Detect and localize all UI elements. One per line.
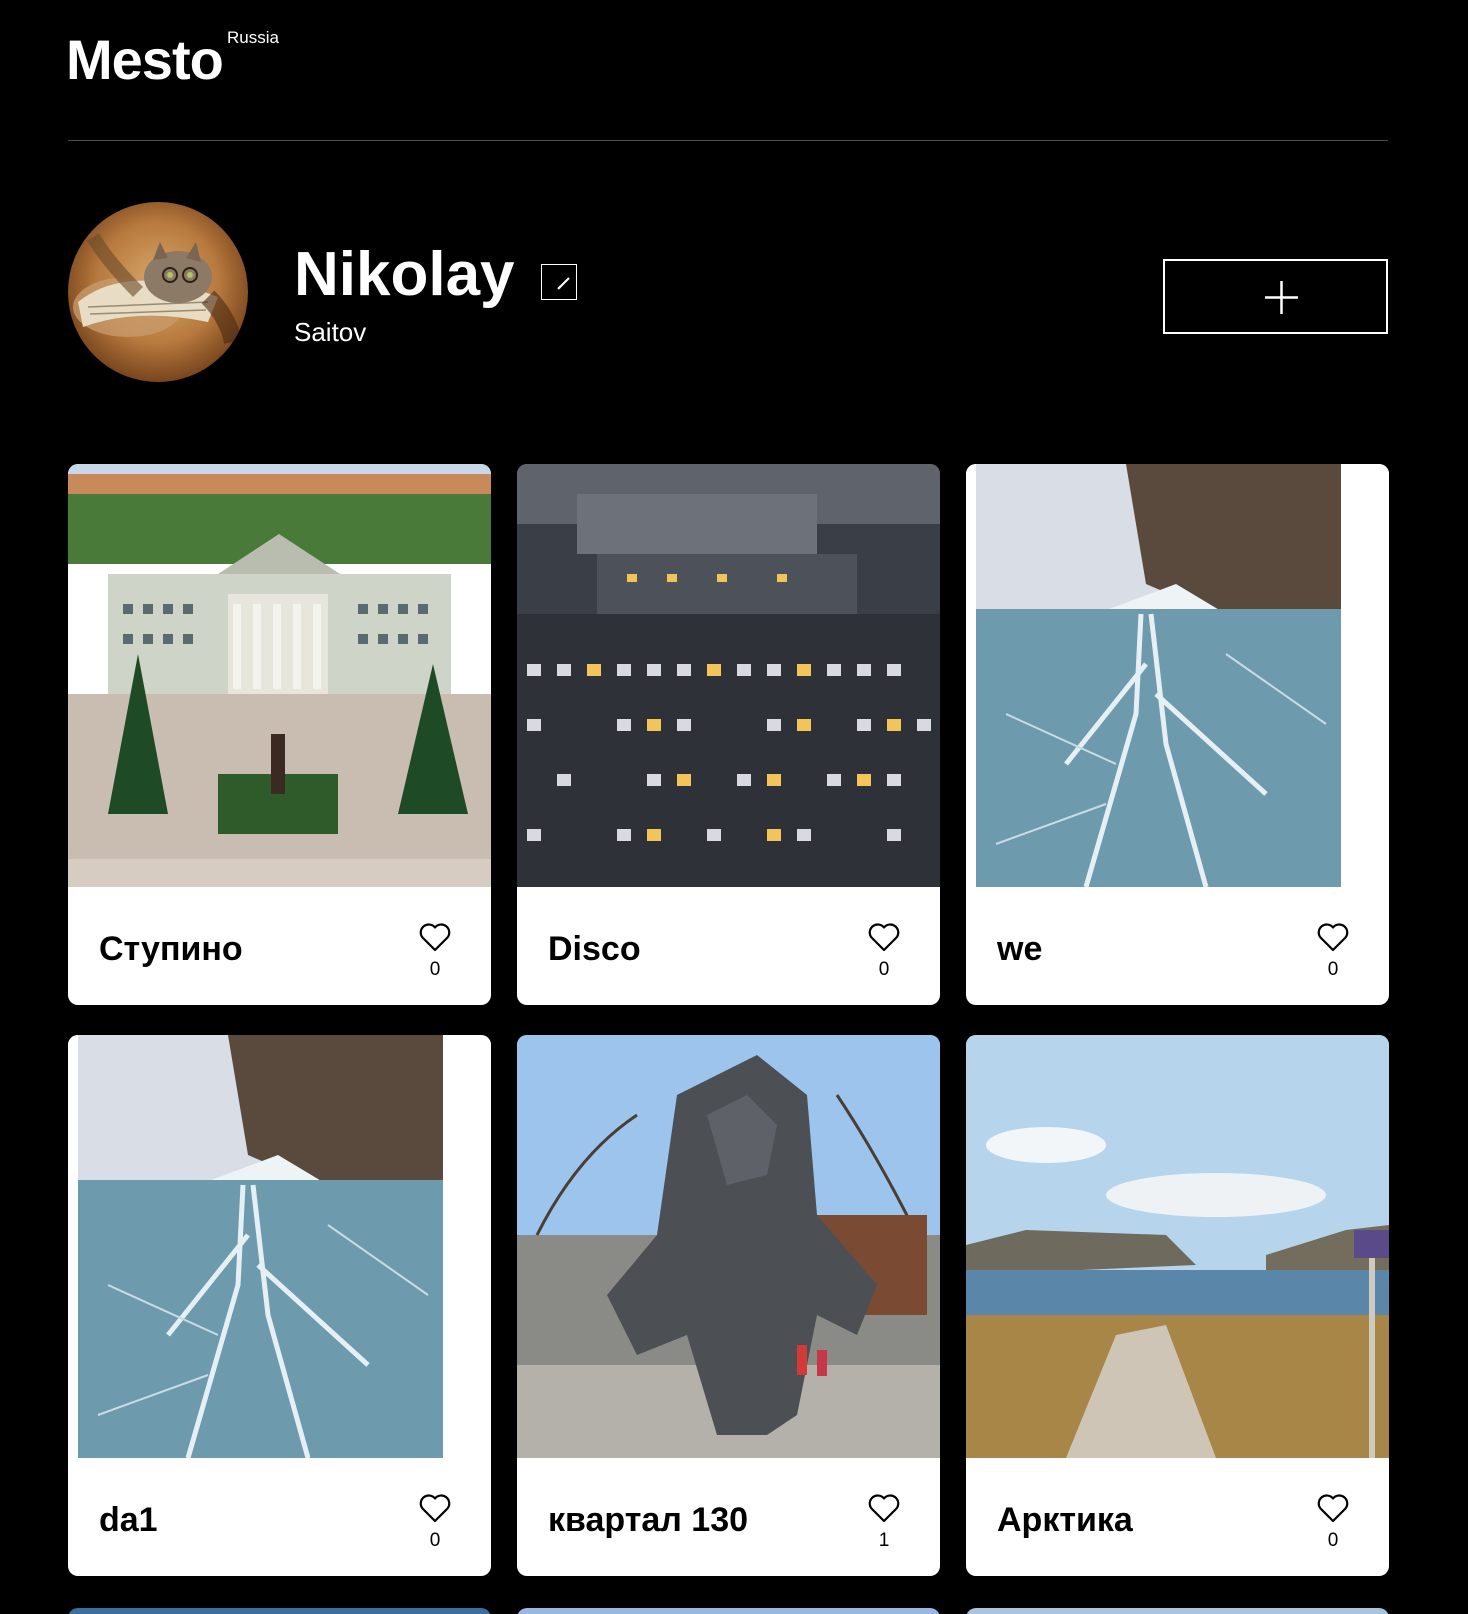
header-divider [68,140,1388,141]
card: we 0 [966,464,1389,1005]
card: квартал 130 1 [517,1035,940,1576]
page: Mesto Russia Nikolay Saitov Ступино 0 Di… [0,0,1468,1614]
like-count: 1 [878,1530,890,1551]
heart-icon [419,923,451,952]
card [68,1608,491,1614]
profile-name: Nikolay [294,240,515,309]
like-count: 0 [1327,959,1339,980]
like-count: 0 [429,959,441,980]
card: Disco 0 [517,464,940,1005]
avatar-image [73,233,242,345]
like-button[interactable] [418,921,452,953]
add-card-button[interactable] [1163,259,1388,334]
like-count: 0 [1327,1530,1339,1551]
card: Арктика 0 [966,1035,1389,1576]
card-title: Disco [548,930,641,968]
logo-text: Mesto [66,28,224,91]
card-title: da1 [99,1501,158,1539]
avatar[interactable] [68,202,248,382]
card-image[interactable] [966,1035,1389,1458]
card-image[interactable] [517,464,940,887]
card-title: Ступино [99,930,243,968]
heart-icon [1317,1494,1349,1523]
like-count: 0 [429,1530,441,1551]
card-image[interactable] [517,1035,940,1458]
heart-icon [868,1494,900,1523]
profile-about: Saitov [294,317,367,347]
card-title: квартал 130 [548,1501,749,1539]
logo-superscript: Russia [227,28,279,47]
card-image[interactable] [966,464,1389,887]
card-image[interactable] [68,1035,491,1458]
heart-icon [868,923,900,952]
card: da1 0 [68,1035,491,1576]
heart-icon [419,1494,451,1523]
edit-profile-button[interactable] [541,264,577,300]
profile: Nikolay Saitov [68,202,1388,382]
like-count: 0 [878,959,890,980]
like-button[interactable] [1316,921,1350,953]
card: Ступино 0 [68,464,491,1005]
heart-icon [1317,923,1349,952]
like-button[interactable] [867,1492,901,1524]
plus-icon [1265,281,1298,314]
like-button[interactable] [418,1492,452,1524]
card-title: we [997,930,1043,968]
card [966,1608,1389,1614]
like-button[interactable] [1316,1492,1350,1524]
card-image[interactable] [68,464,491,887]
card-title: Арктика [997,1501,1133,1539]
pencil-icon [557,277,570,290]
header: Mesto Russia [66,0,1388,141]
card [517,1608,940,1614]
like-button[interactable] [867,921,901,953]
